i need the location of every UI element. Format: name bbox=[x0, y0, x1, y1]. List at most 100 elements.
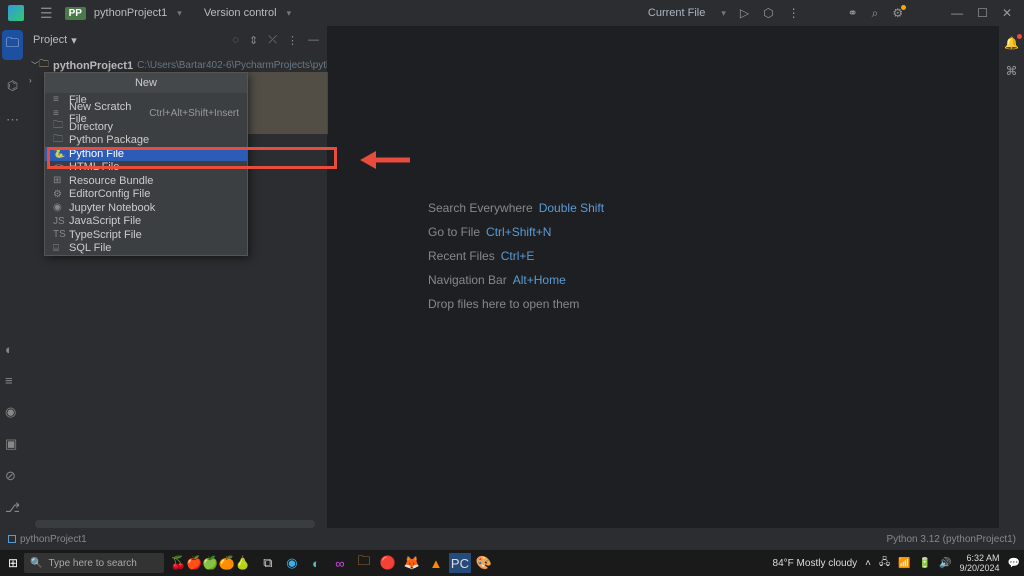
hint-search-label: Search Everywhere bbox=[428, 196, 533, 220]
right-tool-rail: 🔔 ⌘ bbox=[999, 26, 1024, 528]
menu-item-sql[interactable]: ⌸SQL File bbox=[45, 242, 247, 256]
services-icon[interactable]: ≡ bbox=[5, 373, 20, 388]
hint-gotofile-key: Ctrl+Shift+N bbox=[486, 220, 551, 244]
ts-icon: TS bbox=[53, 229, 69, 240]
python-console-icon[interactable]: ◉ bbox=[5, 404, 20, 420]
python-icon: 🐍 bbox=[53, 148, 69, 159]
app-icon[interactable]: ∞ bbox=[329, 553, 351, 573]
pycharm-logo-icon bbox=[8, 5, 24, 21]
project-tool-icon[interactable]: 🗀 bbox=[2, 30, 23, 60]
menu-item-javascript[interactable]: JSJavaScript File bbox=[45, 215, 247, 229]
settings-icon[interactable]: ⚙ bbox=[892, 6, 903, 20]
chevron-down-icon[interactable]: ▾ bbox=[177, 8, 182, 19]
battery-icon[interactable]: 🔋 bbox=[919, 558, 931, 569]
welcome-hints: Search Everywhere Double Shift Go to Fil… bbox=[428, 196, 604, 316]
project-root-name: pythonProject1 bbox=[53, 60, 133, 72]
minimize-icon[interactable]: — bbox=[951, 6, 963, 20]
python-packages-icon[interactable]: ◐ bbox=[5, 342, 20, 357]
horizontal-scrollbar[interactable] bbox=[35, 520, 315, 528]
terminal-icon[interactable]: ▣ bbox=[5, 436, 20, 452]
git-icon[interactable]: ⎇ bbox=[5, 500, 20, 516]
editor-highlight-patch bbox=[248, 72, 328, 134]
project-name-label[interactable]: pythonProject1 bbox=[94, 7, 167, 19]
network-icon[interactable]: 🖧 bbox=[879, 555, 890, 572]
menu-item-html-file[interactable]: <>HTML File bbox=[45, 161, 247, 175]
chevron-down-icon[interactable]: ▾ bbox=[71, 34, 77, 47]
task-view-icon[interactable]: ⧉ bbox=[257, 553, 279, 573]
chevron-down-icon[interactable]: ▾ bbox=[721, 8, 726, 19]
expand-arrow-icon[interactable]: ﹀ bbox=[31, 60, 39, 71]
chevron-down-icon[interactable]: ▾ bbox=[287, 8, 292, 19]
notifications-icon[interactable]: 🔔 bbox=[1004, 36, 1019, 50]
version-control-menu[interactable]: Version control bbox=[204, 7, 277, 19]
close-icon[interactable]: ✕ bbox=[1002, 6, 1012, 20]
hide-panel-icon[interactable]: — bbox=[308, 34, 319, 47]
volume-icon[interactable]: 🔊 bbox=[939, 558, 951, 569]
windows-taskbar: ⊞ 🔍 Type here to search 🍒🍎🍏🍊🍐 ⧉ ◉ ◐ ∞ 🗀 … bbox=[0, 550, 1024, 576]
problems-icon[interactable]: ⊘ bbox=[5, 468, 20, 484]
project-badge: PP bbox=[65, 7, 86, 20]
search-icon: 🔍 bbox=[30, 558, 42, 569]
context-menu-title: New bbox=[45, 73, 247, 93]
firefox-icon[interactable]: 🦊 bbox=[401, 553, 423, 573]
html-icon: <> bbox=[53, 162, 69, 173]
new-context-menu: New ≡File ≡New Scratch FileCtrl+Alt+Shif… bbox=[44, 72, 248, 256]
tray-up-icon[interactable]: ˄ bbox=[865, 558, 871, 569]
explorer-icon[interactable]: 🗀 bbox=[353, 553, 375, 573]
jupyter-icon: ◉ bbox=[53, 202, 69, 213]
menu-item-scratch-file[interactable]: ≡New Scratch FileCtrl+Alt+Shift+Insert bbox=[45, 107, 247, 121]
taskbar-search[interactable]: 🔍 Type here to search bbox=[24, 553, 164, 573]
project-root-path: C:\Users\Bartar402-6\PycharmProjects\pyt… bbox=[137, 60, 327, 71]
pycharm-taskbar-icon[interactable]: PC bbox=[449, 553, 471, 573]
breadcrumb-icon bbox=[8, 535, 16, 543]
select-file-icon[interactable]: ◌ bbox=[232, 34, 239, 47]
menu-item-directory[interactable]: 🗀Directory bbox=[45, 120, 247, 134]
menu-item-typescript[interactable]: TSTypeScript File bbox=[45, 228, 247, 242]
collapse-all-icon[interactable]: ⤫ bbox=[268, 34, 277, 47]
expand-arrow-icon[interactable]: › bbox=[29, 76, 41, 85]
folder-icon: 🗀 bbox=[53, 132, 69, 149]
menu-item-python-file[interactable]: 🐍Python File bbox=[45, 147, 247, 161]
debug-icon[interactable]: ⬡ bbox=[763, 6, 773, 20]
more-icon[interactable]: ⋮ bbox=[788, 6, 800, 20]
chrome-icon[interactable]: 🔴 bbox=[377, 553, 399, 573]
interpreter-label[interactable]: Python 3.12 (pythonProject1) bbox=[886, 534, 1016, 545]
main-menu-icon[interactable]: ☰ bbox=[36, 5, 57, 22]
search-placeholder: Type here to search bbox=[48, 558, 136, 569]
menu-item-python-package[interactable]: 🗀Python Package bbox=[45, 134, 247, 148]
hint-navbar-label: Navigation Bar bbox=[428, 268, 507, 292]
hint-navbar-key: Alt+Home bbox=[513, 268, 566, 292]
structure-tool-icon[interactable]: ⌬ bbox=[7, 78, 18, 94]
ai-assistant-icon[interactable]: ⌘ bbox=[1006, 64, 1018, 78]
edge-icon[interactable]: ◉ bbox=[281, 553, 303, 573]
vlc-icon[interactable]: ▲ bbox=[425, 553, 447, 573]
weather-widget[interactable]: 84°F Mostly cloudy bbox=[773, 558, 858, 569]
taskbar-widget-fruits[interactable]: 🍒🍎🍏🍊🍐 bbox=[170, 555, 251, 571]
hint-drop-label: Drop files here to open them bbox=[428, 292, 579, 316]
editor-area[interactable]: Search Everywhere Double Shift Go to Fil… bbox=[328, 26, 1024, 528]
start-button[interactable]: ⊞ bbox=[4, 554, 22, 572]
notifications-tray-icon[interactable]: 💬 bbox=[1008, 558, 1020, 569]
copilot-icon[interactable]: ◐ bbox=[305, 553, 327, 573]
project-panel-title[interactable]: Project bbox=[33, 34, 67, 46]
clock-widget[interactable]: 6:32 AM 9/20/2024 bbox=[960, 553, 1000, 573]
js-icon: JS bbox=[53, 216, 69, 227]
maximize-icon[interactable]: ☐ bbox=[977, 6, 988, 20]
sql-icon: ⌸ bbox=[53, 243, 69, 254]
expand-all-icon[interactable]: ⇕ bbox=[249, 34, 258, 47]
bundle-icon: ⊞ bbox=[53, 175, 69, 186]
hint-search-key: Double Shift bbox=[539, 196, 604, 220]
current-file-label[interactable]: Current File bbox=[648, 7, 705, 19]
more-tools-icon[interactable]: ⋯ bbox=[6, 112, 19, 128]
paint-icon[interactable]: 🎨 bbox=[473, 553, 495, 573]
menu-item-jupyter[interactable]: ◉Jupyter Notebook bbox=[45, 201, 247, 215]
run-icon[interactable]: ▷ bbox=[740, 6, 749, 20]
panel-options-icon[interactable]: ⋮ bbox=[287, 34, 298, 47]
breadcrumb-text[interactable]: pythonProject1 bbox=[20, 534, 87, 545]
menu-item-editorconfig[interactable]: ⚙EditorConfig File bbox=[45, 188, 247, 202]
wifi-icon[interactable]: 📶 bbox=[898, 558, 910, 569]
hint-gotofile-label: Go to File bbox=[428, 220, 480, 244]
code-with-me-icon[interactable]: ⚭ bbox=[848, 6, 858, 20]
menu-item-resource-bundle[interactable]: ⊞Resource Bundle bbox=[45, 174, 247, 188]
search-icon[interactable]: ⌕ bbox=[872, 6, 879, 21]
